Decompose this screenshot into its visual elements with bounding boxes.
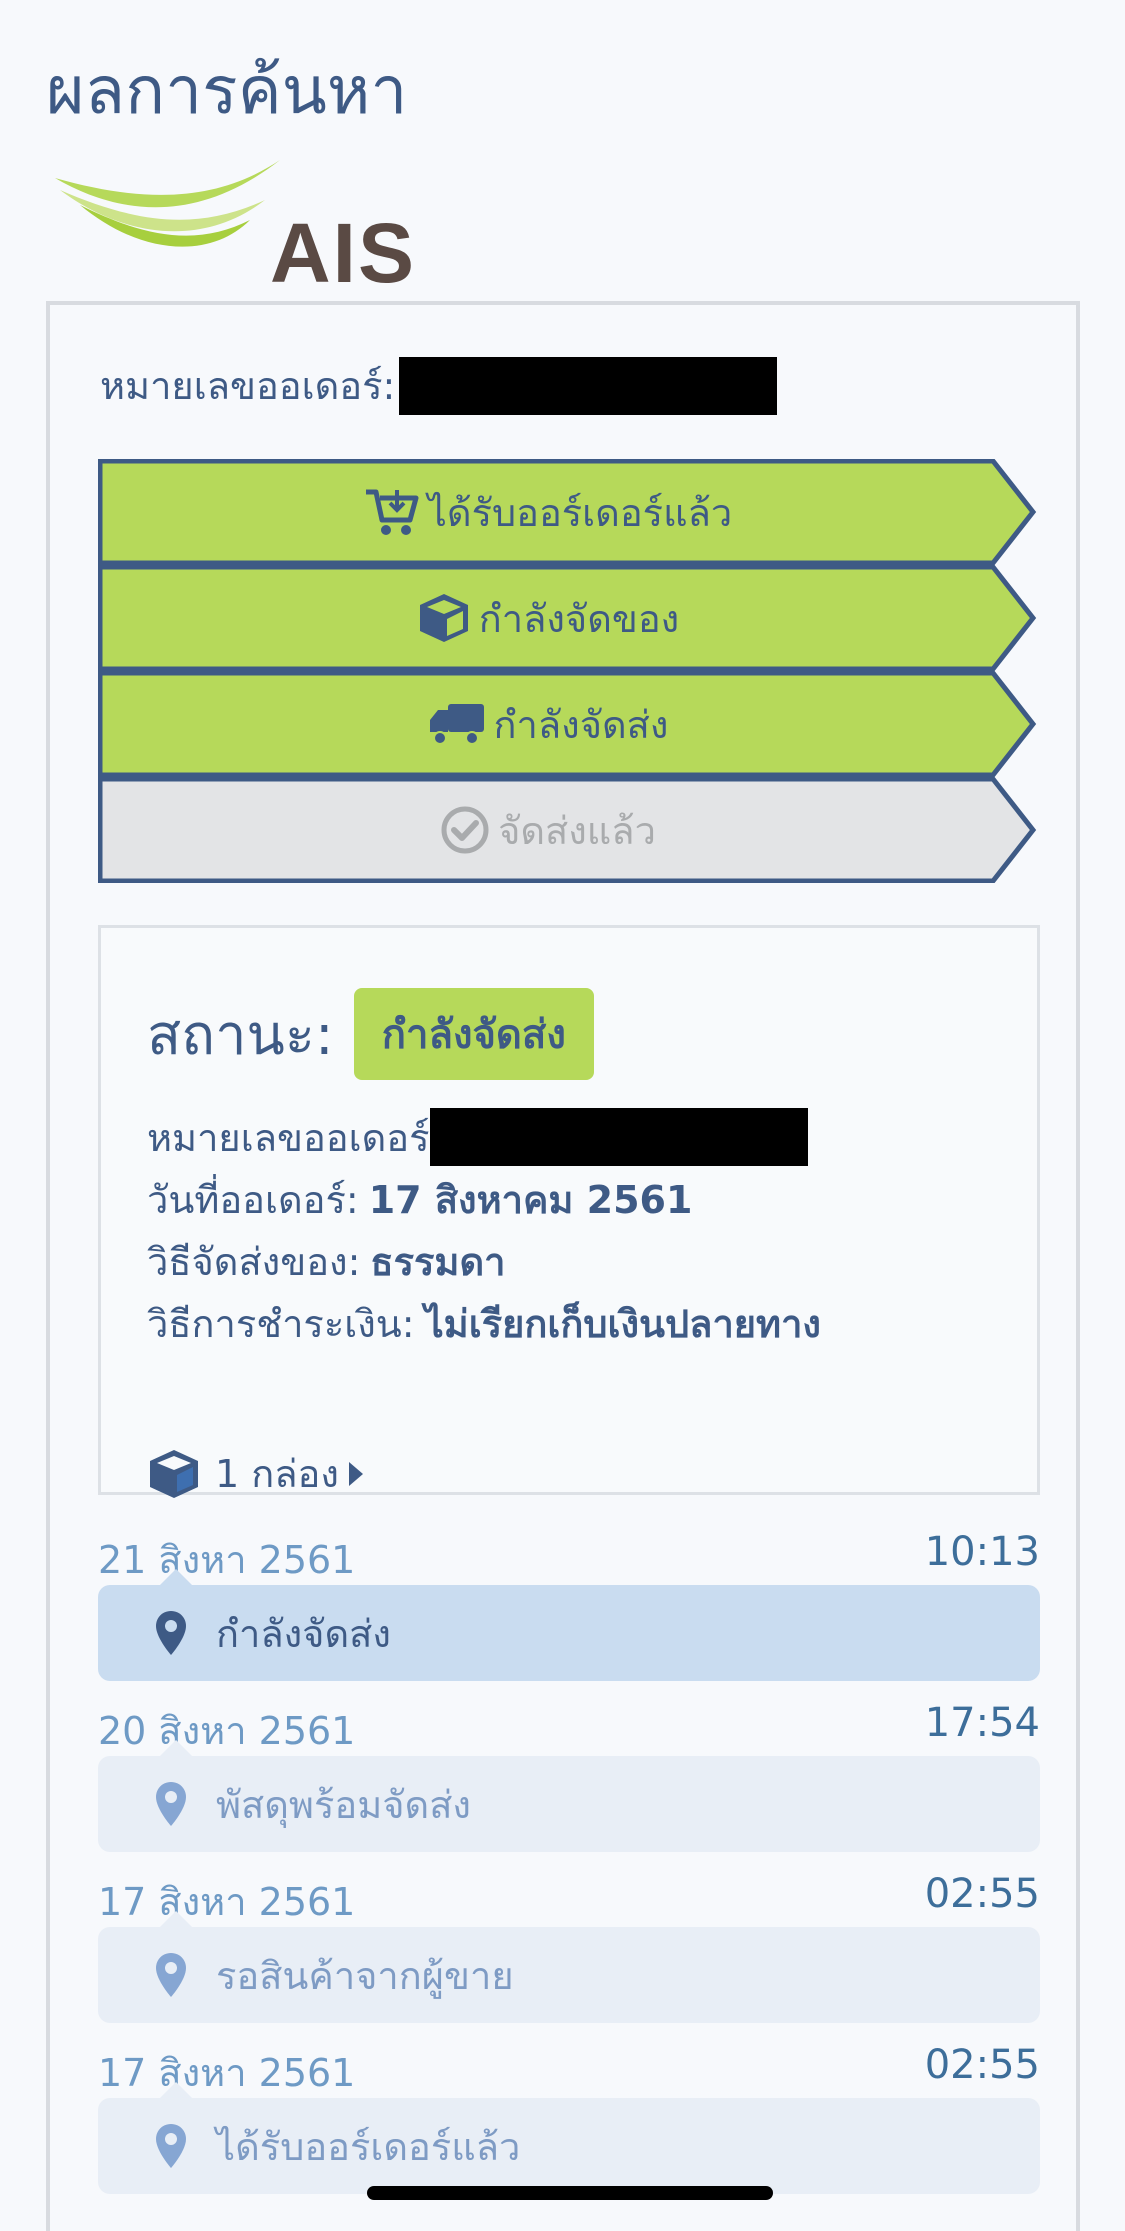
cart-icon xyxy=(364,486,420,538)
timeline-time: 02:55 xyxy=(924,2042,1040,2088)
truck-icon xyxy=(428,700,486,748)
step-delivered: จัดส่งแล้ว xyxy=(98,777,1038,883)
timeline-event-label: รอสินค้าจากผู้ขาย xyxy=(216,1953,514,1998)
timeline-date: 21 สิงหา 2561 xyxy=(98,1538,356,1582)
order-card: หมายเลขออเดอร์: ได้รับออร์เดอร์แล้ว กำลั… xyxy=(46,301,1080,2231)
box-icon xyxy=(417,591,471,645)
home-indicator[interactable] xyxy=(367,2186,773,2200)
timeline-event-label: พัสดุพร้อมจัดส่ง xyxy=(216,1782,471,1827)
status-badge: กำลังจัดส่ง xyxy=(353,988,594,1080)
redacted-order-number xyxy=(429,1108,808,1166)
step-label: จัดส่งแล้ว xyxy=(498,808,656,853)
map-pin-icon xyxy=(154,2122,188,2170)
timeline-item: 21 สิงหา 2561 10:13 กำลังจัดส่ง xyxy=(98,1529,1040,1700)
order-date-line: วันที่ออเดอร์: 17 สิงหาคม 2561 xyxy=(147,1168,821,1230)
map-pin-icon xyxy=(154,1609,188,1657)
timeline-event: รอสินค้าจากผู้ขาย xyxy=(98,1911,1040,2023)
check-circle-icon xyxy=(440,805,490,855)
step-shipping: กำลังจัดส่ง xyxy=(98,671,1038,777)
timeline-event-label: กำลังจัดส่ง xyxy=(216,1611,391,1656)
timeline-date: 20 สิงหา 2561 xyxy=(98,1709,356,1753)
step-order-received: ได้รับออร์เดอร์แล้ว xyxy=(98,459,1038,565)
order-number-label: หมายเลขออเดอร์: xyxy=(100,364,396,408)
caret-right-icon xyxy=(348,1461,363,1486)
step-label: กำลังจัดของ xyxy=(478,596,680,641)
step-label: กำลังจัดส่ง xyxy=(493,702,669,747)
order-number-row: หมายเลขออเดอร์: xyxy=(100,355,778,416)
timeline-time: 02:55 xyxy=(924,1871,1040,1917)
order-number-line: หมายเลขออเดอร์ xyxy=(147,1106,821,1168)
timeline-time: 17:54 xyxy=(924,1700,1040,1746)
timeline-item: 20 สิงหา 2561 17:54 พัสดุพร้อมจัดส่ง xyxy=(98,1700,1040,1871)
logo-text: AIS xyxy=(270,206,417,300)
map-pin-icon xyxy=(154,1780,188,1828)
page-title: ผลการค้นหา xyxy=(46,52,408,129)
order-status-panel: สถานะ: กำลังจัดส่ง หมายเลขออเดอร์ วันที่… xyxy=(98,925,1040,1498)
map-pin-icon xyxy=(154,1951,188,1999)
shipping-method-value: ธรรมดา xyxy=(370,1239,506,1284)
step-label: ได้รับออร์เดอร์แล้ว xyxy=(427,490,733,535)
tracking-timeline: 21 สิงหา 2561 10:13 กำลังจัดส่ง 20 สิงหา… xyxy=(98,1529,1040,2213)
shipping-method-line: วิธีจัดส่งของ: ธรรมดา xyxy=(147,1230,821,1292)
status-label: สถานะ: xyxy=(147,1002,334,1068)
boxes-label: 1 กล่อง xyxy=(215,1452,339,1496)
timeline-date: 17 สิงหา 2561 xyxy=(98,2051,356,2095)
order-number-info-label: หมายเลขออเดอร์ xyxy=(147,1115,430,1160)
timeline-event: ได้รับออร์เดอร์แล้ว xyxy=(98,2082,1040,2194)
order-date-label: วันที่ออเดอร์: xyxy=(147,1177,359,1222)
redacted-order-number xyxy=(399,356,778,415)
order-progress-steps: ได้รับออร์เดอร์แล้ว กำลังจัดของ กำลังจัด… xyxy=(98,459,1038,883)
timeline-event-label: ได้รับออร์เดอร์แล้ว xyxy=(216,2124,521,2169)
timeline-date: 17 สิงหา 2561 xyxy=(98,1880,356,1924)
order-date-value: 17 สิงหาคม 2561 xyxy=(368,1177,693,1222)
step-packing: กำลังจัดของ xyxy=(98,565,1038,671)
status-heading: สถานะ: กำลังจัดส่ง xyxy=(147,988,594,1080)
boxes-link[interactable]: 1 กล่อง xyxy=(147,1443,363,1504)
timeline-time: 10:13 xyxy=(924,1529,1040,1575)
shipping-method-label: วิธีจัดส่งของ: xyxy=(147,1239,361,1284)
timeline-event: กำลังจัดส่ง xyxy=(98,1569,1040,1681)
box-icon xyxy=(147,1447,201,1501)
timeline-item: 17 สิงหา 2561 02:55 รอสินค้าจากผู้ขาย xyxy=(98,1871,1040,2042)
order-info: หมายเลขออเดอร์ วันที่ออเดอร์: 17 สิงหาคม… xyxy=(147,1106,821,1354)
ais-logo: AIS xyxy=(50,160,414,300)
timeline-event: พัสดุพร้อมจัดส่ง xyxy=(98,1740,1040,1852)
payment-method-line: วิธีการชำระเงิน: ไม่เรียกเก็บเงินปลายทาง xyxy=(147,1292,821,1354)
payment-method-label: วิธีการชำระเงิน: xyxy=(147,1301,415,1346)
payment-method-value: ไม่เรียกเก็บเงินปลายทาง xyxy=(424,1301,821,1346)
